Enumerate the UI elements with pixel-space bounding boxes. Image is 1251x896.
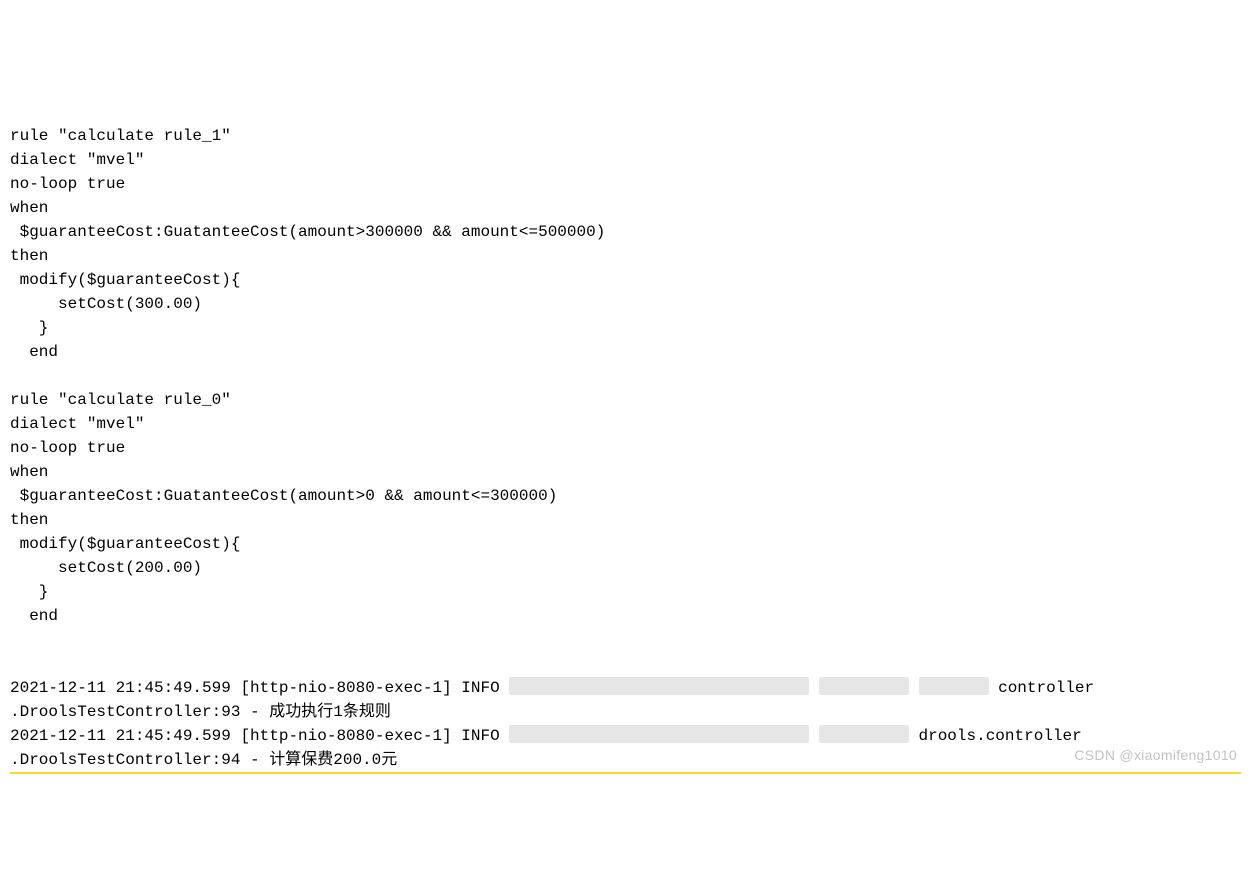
log-suffix: drools.controller <box>909 727 1082 745</box>
code-line: setCost(200.00) <box>10 559 202 577</box>
code-line: when <box>10 199 48 217</box>
code-line: then <box>10 511 48 529</box>
code-line: rule "calculate rule_1" <box>10 127 231 145</box>
log-line: .DroolsTestController:94 - 计算保费200.0元 <box>10 751 397 769</box>
redacted-region <box>509 725 809 743</box>
code-line: } <box>10 319 48 337</box>
code-line: no-loop true <box>10 175 125 193</box>
redacted-region <box>919 677 989 695</box>
code-line: end <box>10 343 58 361</box>
redacted-region <box>819 677 909 695</box>
log-line: 2021-12-11 21:45:49.599 [http-nio-8080-e… <box>10 679 1094 697</box>
redacted-region <box>509 677 809 695</box>
log-prefix: 2021-12-11 21:45:49.599 [http-nio-8080-e… <box>10 727 509 745</box>
code-line: $guaranteeCost:GuatanteeCost(amount>3000… <box>10 223 605 241</box>
code-line: $guaranteeCost:GuatanteeCost(amount>0 &&… <box>10 487 557 505</box>
code-line: setCost(300.00) <box>10 295 202 313</box>
log-line: .DroolsTestController:93 - 成功执行1条规则 <box>10 703 391 721</box>
code-line: end <box>10 607 58 625</box>
log-prefix: 2021-12-11 21:45:49.599 [http-nio-8080-e… <box>10 679 509 697</box>
log-suffix: controller <box>989 679 1095 697</box>
code-line: dialect "mvel" <box>10 151 144 169</box>
watermark-text: CSDN @xiaomifeng1010 <box>1074 745 1237 766</box>
code-line: dialect "mvel" <box>10 415 144 433</box>
console-log-output: 2021-12-11 21:45:49.599 [http-nio-8080-e… <box>10 676 1241 772</box>
code-line: no-loop true <box>10 439 125 457</box>
log-line: 2021-12-11 21:45:49.599 [http-nio-8080-e… <box>10 727 1082 745</box>
redacted-region <box>819 725 909 743</box>
code-line: modify($guaranteeCost){ <box>10 535 240 553</box>
code-line: when <box>10 463 48 481</box>
code-line: then <box>10 247 48 265</box>
code-line: } <box>10 583 48 601</box>
drools-rule-code: rule "calculate rule_1" dialect "mvel" n… <box>10 100 1241 628</box>
code-line: rule "calculate rule_0" <box>10 391 231 409</box>
code-line: modify($guaranteeCost){ <box>10 271 240 289</box>
highlight-underline <box>10 772 1241 774</box>
